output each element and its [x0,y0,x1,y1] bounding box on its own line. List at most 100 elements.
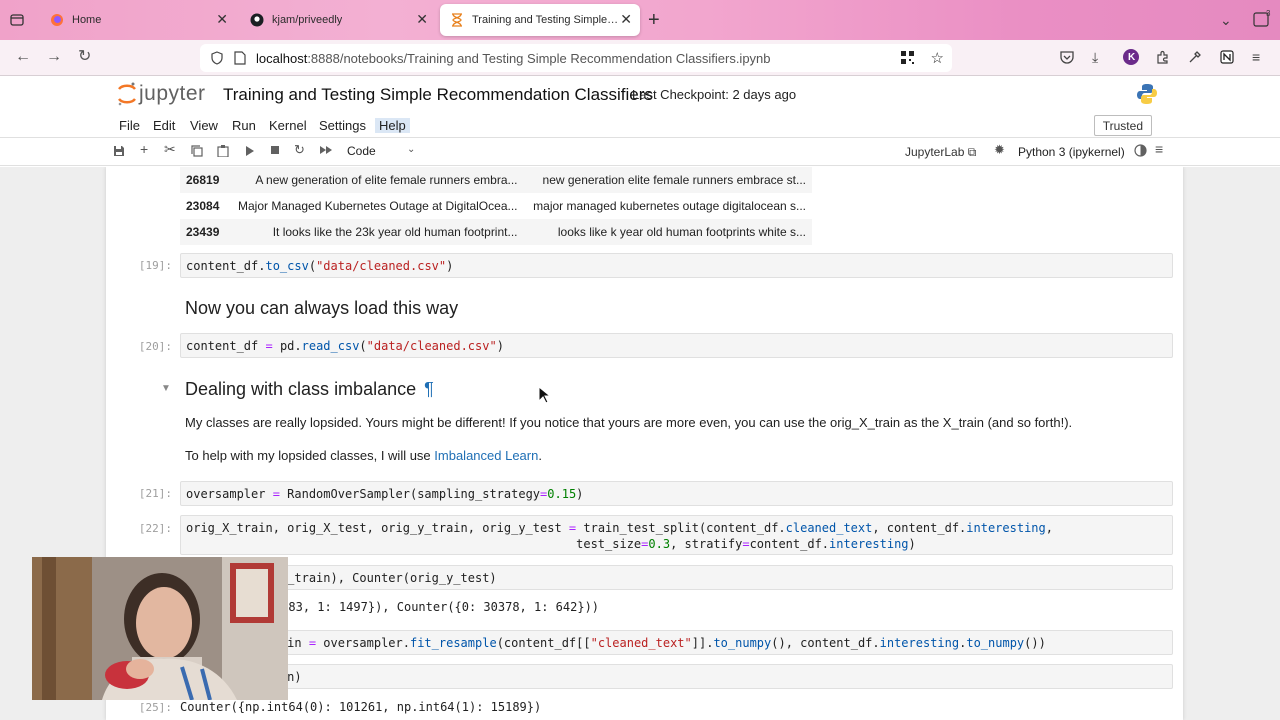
row-index: 23439 [180,219,232,245]
restart-run-all-icon[interactable] [319,145,333,157]
cell-type-select[interactable]: Code ⌄ [347,144,417,158]
cell-text: It looks like the 23k year old human foo… [232,219,524,245]
kernel-indicator[interactable]: Python 3 (ipykernel) [1018,145,1125,159]
collapse-caret-icon[interactable]: ▼ [161,383,171,394]
forward-icon[interactable]: → [46,49,62,65]
kernel-name: Python 3 (ipykernel) [1018,145,1125,159]
markdown-paragraph: To help with my lopsided classes, I will… [185,448,542,463]
cell-output-25: Counter({np.int64(0): 101261, np.int64(1… [180,700,542,714]
debugger-bug-icon[interactable]: ✹ [994,143,1005,156]
run-icon[interactable] [245,145,255,159]
url-bar[interactable]: localhost:8888/notebooks/Training and Te… [200,44,952,72]
markdown-heading: Now you can always load this way [185,298,459,318]
row-index: 26819 [180,167,232,193]
browser-tab-bar: Home ✕ kjam/priveedly ✕ Training and Tes… [0,0,1280,40]
cell-cleaned-text: major managed kubernetes outage digitalo… [533,199,806,213]
download-icon[interactable]: ⤓ [1092,50,1098,64]
menu-file[interactable]: File [119,118,140,133]
menu-view[interactable]: View [190,118,218,133]
menu-kernel[interactable]: Kernel [269,118,307,133]
tab-count: 3 [1266,9,1271,18]
external-link-icon: ⧉ [967,145,977,159]
cell-prompt: [21]: [138,487,172,500]
jupyter-header: jupyter Training and Testing Simple Reco… [0,77,1280,113]
jupyter-logo[interactable]: jupyter [117,81,206,107]
url-host: localhost [256,50,308,66]
chevron-down-icon: ⌄ [407,144,416,155]
toolbar-menu-icon[interactable]: ≡ [1155,142,1163,156]
qr-code-icon[interactable] [901,51,914,67]
markdown-heading: Dealing with class imbalance ¶ [185,379,434,400]
tab-label: Home [72,14,102,26]
paste-icon[interactable] [217,145,229,159]
profile-avatar[interactable]: K [1123,49,1139,67]
tab-home[interactable]: Home ✕ [40,4,236,36]
python-logo-icon [1136,83,1158,110]
trusted-indicator[interactable]: Trusted [1093,115,1152,136]
mouse-cursor-icon [538,385,552,409]
tab-github[interactable]: kjam/priveedly ✕ [240,4,436,36]
cell-text: A new generation of elite female runners… [232,167,524,193]
menu-run[interactable]: Run [232,118,256,133]
tab-label: Training and Testing Simple Rec [472,14,620,26]
markdown-paragraph: My classes are really lopsided. Yours mi… [185,415,1073,430]
stop-icon[interactable] [270,145,280,157]
url-path: :8888/notebooks/Training and Testing Sim… [307,50,771,66]
hamburger-menu-icon[interactable]: ≡ [1252,50,1260,64]
jupyterlab-link[interactable]: JupyterLab ⧉ [905,145,976,160]
shield-icon[interactable] [210,51,224,68]
pocket-icon[interactable] [1060,50,1074,66]
webcam-presenter-image [32,557,288,700]
row-index: 23084 [186,199,220,213]
close-icon[interactable]: ✕ [216,12,228,26]
notion-icon[interactable] [1220,50,1234,66]
add-cell-icon[interactable]: + [140,142,148,156]
new-tab-button[interactable]: + [648,10,660,30]
tab-label: kjam/priveedly [272,14,343,26]
cell-text: Major Managed Kubernetes Outage at Digit… [238,199,518,213]
close-icon[interactable]: ✕ [620,12,632,26]
reload-icon[interactable]: ↻ [78,49,91,65]
table-row: 23439 It looks like the 23k year old hum… [180,219,812,245]
code-cell-24[interactable]: X_train, y_train = oversampler.fit_resam… [180,630,1173,655]
page-icon[interactable] [234,51,246,68]
dev-tools-icon[interactable] [1188,50,1202,66]
extensions-icon[interactable] [1156,50,1170,66]
tab-notebook[interactable]: Training and Testing Simple Rec ✕ [440,4,640,36]
restart-icon[interactable]: ↻ [294,143,305,156]
browser-nav-bar: ← → ↻ localhost:8888/notebooks/Training … [0,40,1280,76]
cell-prompt: [25]: [138,701,172,714]
webcam-overlay [32,557,288,700]
menu-settings[interactable]: Settings [319,118,366,133]
code-cell-25[interactable]: Counter(y_train) [180,664,1173,689]
notebook-title[interactable]: Training and Testing Simple Recommendati… [223,85,653,105]
paragraph-suffix: . [538,448,542,463]
save-icon[interactable] [113,145,125,159]
bookmark-star-icon[interactable]: ☆ [931,49,944,67]
code-cell-20[interactable]: content_df = pd.read_csv("data/cleaned.c… [180,333,1173,358]
github-icon [250,13,264,27]
code-cell-19[interactable]: content_df.to_csv("data/cleaned.csv") [180,253,1173,278]
tab-overview-icon[interactable] [10,13,24,29]
code-cell-22[interactable]: orig_X_train, orig_X_test, orig_y_train,… [180,515,1173,555]
close-icon[interactable]: ✕ [416,12,428,26]
jupyter-logo-icon [118,82,136,106]
cut-icon[interactable]: ✂ [164,142,176,156]
last-checkpoint: Last Checkpoint: 2 days ago [632,87,797,102]
cell-prompt: [19]: [138,259,172,272]
back-icon[interactable]: ← [15,49,31,65]
output-text: 0883, 1: 1497}), Counter({0: 30378, 1: 6… [273,600,600,614]
code-cell-21[interactable]: oversampler = RandomOverSampler(sampling… [180,481,1173,506]
cell-prompt: [20]: [138,340,172,353]
imbalanced-learn-link[interactable]: Imbalanced Learn [434,448,538,463]
firefox-icon [50,13,64,27]
menu-edit[interactable]: Edit [153,118,175,133]
anchor-link-icon[interactable]: ¶ [424,379,434,399]
chevron-down-icon[interactable]: ⌄ [1220,13,1232,27]
jupyterlab-link-label: JupyterLab [905,145,965,159]
menu-help[interactable]: Help [375,118,410,133]
copy-icon[interactable] [191,145,203,159]
cell-prompt: [22]: [138,522,172,535]
cell-cleaned-text: new generation elite female runners embr… [523,167,812,193]
code-cell-23[interactable]: Counter(orig_y_train), Counter(orig_y_te… [180,565,1173,590]
